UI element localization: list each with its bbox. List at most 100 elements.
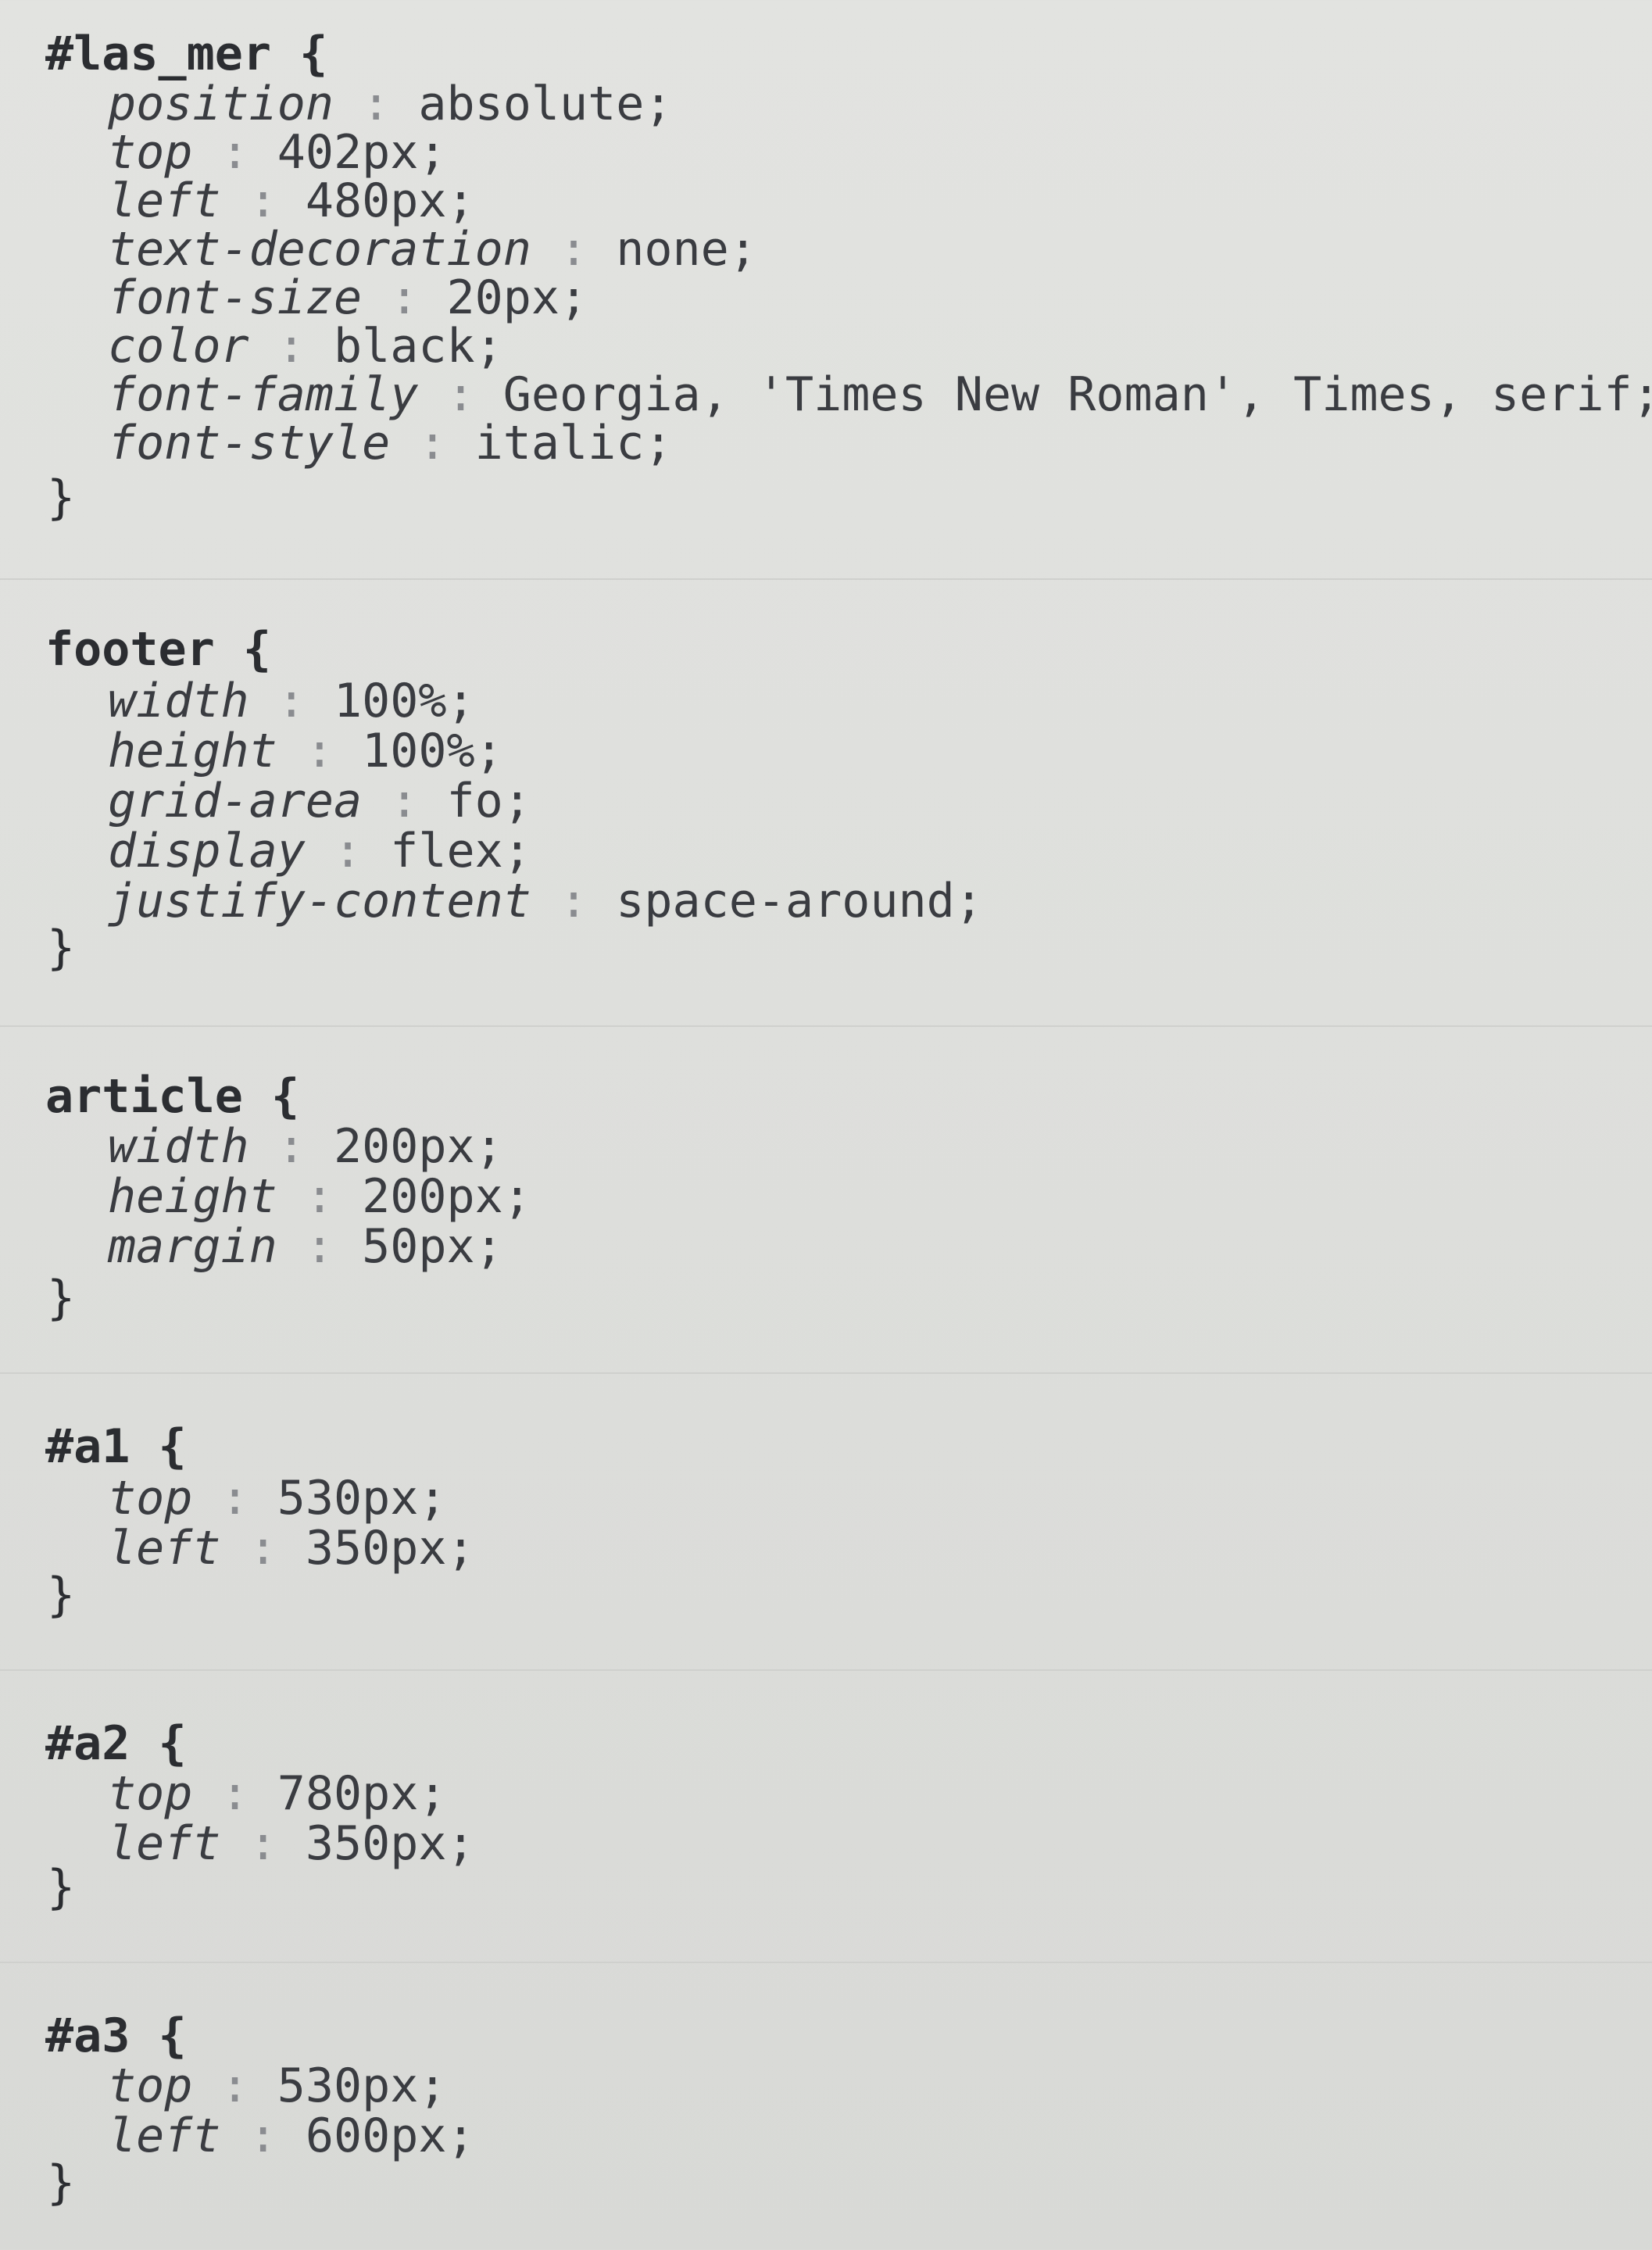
css-colon: : — [333, 77, 419, 131]
css-value: 20px; — [446, 270, 588, 325]
css-value: space-around; — [616, 874, 983, 928]
css-declaration: top : 530px; — [108, 2062, 447, 2110]
css-colon: : — [249, 1119, 334, 1174]
css-declaration: height : 100%; — [108, 727, 503, 775]
css-value: 200px; — [362, 1169, 531, 1224]
css-property: position — [108, 77, 334, 131]
css-colon: : — [249, 319, 334, 374]
css-colon: : — [418, 367, 503, 422]
css-close-brace: } — [47, 470, 76, 525]
css-declaration: width : 200px; — [108, 1122, 503, 1171]
css-property: left — [108, 1816, 221, 1871]
css-declaration: width : 100%; — [108, 677, 475, 725]
css-close-brace: } — [47, 1860, 76, 1915]
css-colon: : — [277, 724, 363, 778]
css-property: font-size — [108, 270, 363, 325]
css-value: 530px; — [277, 1471, 447, 1526]
css-colon: : — [192, 125, 277, 180]
css-declaration: grid-area : fo; — [108, 777, 531, 825]
css-selector-article: article { — [45, 1069, 300, 1124]
css-declaration: position : absolute; — [108, 80, 672, 128]
css-property: top — [108, 1766, 193, 1821]
css-property: top — [108, 1471, 193, 1526]
css-declaration: left : 350px; — [108, 1819, 475, 1868]
css-colon: : — [277, 1219, 363, 1274]
css-declaration: font-family : Georgia, 'Times New Roman'… — [108, 370, 1652, 419]
css-selector-footer: footer { — [45, 622, 271, 677]
css-value: 780px; — [277, 1766, 447, 1821]
block-divider — [0, 1372, 1652, 1374]
css-value: 50px; — [362, 1219, 503, 1274]
css-value: 100%; — [362, 724, 503, 778]
css-declaration: left : 350px; — [108, 1524, 475, 1572]
css-property: height — [108, 724, 277, 778]
css-colon: : — [192, 2059, 277, 2113]
css-close-brace: } — [47, 1568, 76, 1622]
css-value: 100%; — [334, 674, 475, 728]
css-colon: : — [305, 824, 391, 878]
css-property: grid-area — [108, 774, 363, 828]
css-colon: : — [220, 173, 306, 228]
css-value: absolute; — [418, 77, 673, 131]
css-value: 350px; — [305, 1816, 475, 1871]
css-declaration: top : 530px; — [108, 1474, 447, 1522]
css-colon: : — [220, 1816, 306, 1871]
css-property: font-family — [108, 367, 419, 422]
css-property: height — [108, 1169, 277, 1224]
css-declaration: font-style : italic; — [108, 419, 672, 467]
css-value: fo; — [446, 774, 531, 828]
css-colon: : — [192, 1471, 277, 1526]
css-property: left — [108, 2109, 221, 2163]
css-value: italic; — [474, 416, 673, 470]
css-colon: : — [220, 2109, 306, 2163]
css-colon: : — [277, 1169, 363, 1224]
css-property: width — [108, 674, 249, 728]
css-declaration: height : 200px; — [108, 1172, 531, 1221]
css-colon: : — [531, 222, 617, 277]
css-colon: : — [531, 874, 617, 928]
css-selector-a3: #a3 { — [45, 2009, 187, 2063]
css-value: 350px; — [305, 1521, 475, 1576]
css-property: left — [108, 1521, 221, 1576]
css-declaration: top : 780px; — [108, 1769, 447, 1818]
css-value: flex; — [390, 824, 531, 878]
css-declaration: margin : 50px; — [108, 1222, 503, 1271]
css-selector-las-mer: #las_mer { — [45, 27, 328, 81]
css-selector-a2: #a2 { — [45, 1716, 187, 1771]
css-property: justify-content — [108, 874, 531, 928]
css-value: black; — [334, 319, 503, 374]
css-property: margin — [108, 1219, 277, 1274]
css-colon: : — [220, 1521, 306, 1576]
css-declaration: left : 600px; — [108, 2112, 475, 2160]
css-colon: : — [362, 774, 447, 828]
css-declaration: color : black; — [108, 322, 503, 370]
css-property: top — [108, 125, 193, 180]
css-value: Georgia, 'Times New Roman', Times, serif… — [502, 367, 1652, 422]
css-colon: : — [192, 1766, 277, 1821]
css-property: top — [108, 2059, 193, 2113]
css-colon: : — [390, 416, 475, 470]
css-declaration: top : 402px; — [108, 128, 447, 177]
css-value: 480px; — [305, 173, 475, 228]
css-property: display — [108, 824, 306, 878]
css-value: 402px; — [277, 125, 447, 180]
block-divider — [0, 578, 1652, 580]
css-declaration: justify-content : space-around; — [108, 877, 983, 925]
block-divider — [0, 1025, 1652, 1027]
css-colon: : — [362, 270, 447, 325]
css-value: 530px; — [277, 2059, 447, 2113]
css-property: left — [108, 173, 221, 228]
css-property: color — [108, 319, 249, 374]
css-value: 600px; — [305, 2109, 475, 2163]
block-divider — [0, 1962, 1652, 1963]
code-editor[interactable]: #las_mer { position : absolute; top : 40… — [0, 0, 1652, 2250]
block-divider — [0, 1669, 1652, 1671]
css-property: text-decoration — [108, 222, 531, 277]
css-value: 200px; — [334, 1119, 503, 1174]
css-close-brace: } — [47, 1271, 76, 1325]
css-declaration: text-decoration : none; — [108, 225, 757, 274]
css-declaration: left : 480px; — [108, 177, 475, 225]
css-colon: : — [249, 674, 334, 728]
css-property: font-style — [108, 416, 391, 470]
css-close-brace: } — [47, 921, 76, 975]
